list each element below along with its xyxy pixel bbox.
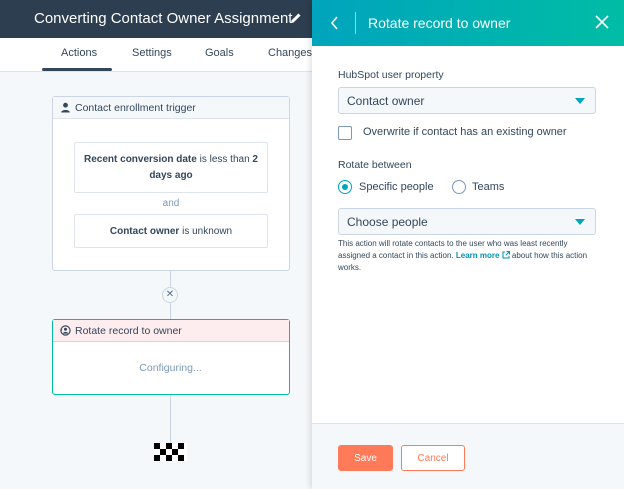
remove-step-button[interactable]: ✕ xyxy=(162,287,178,303)
cancel-button[interactable]: Cancel xyxy=(401,445,465,471)
overwrite-label: Overwrite if contact has an existing own… xyxy=(363,126,567,138)
caret-down-icon xyxy=(575,219,585,225)
active-tab-indicator xyxy=(42,68,112,71)
checkered-flag-icon xyxy=(154,443,187,461)
tab-goals[interactable]: Goals xyxy=(205,47,234,59)
tab-actions[interactable]: Actions xyxy=(61,47,97,59)
condition-operator: is less than xyxy=(196,154,253,165)
user-property-label: HubSpot user property xyxy=(338,69,444,81)
radio-teams-label: Teams xyxy=(472,181,505,193)
radio-specific-people-label: Specific people xyxy=(359,181,434,193)
radio-teams[interactable] xyxy=(452,180,466,194)
condition-property: Recent conversion date xyxy=(84,154,197,165)
connector-line xyxy=(170,395,171,443)
panel-header: Rotate record to owner xyxy=(312,0,624,46)
action-card-title: Rotate record to owner xyxy=(75,325,182,337)
trigger-card-header: Contact enrollment trigger xyxy=(53,97,289,119)
trigger-condition[interactable]: Recent conversion date is less than 2 da… xyxy=(74,142,268,193)
trigger-condition[interactable]: Contact owner is unknown xyxy=(74,214,268,248)
rotate-action-card[interactable]: Rotate record to owner Configuring... xyxy=(52,319,290,395)
chevron-left-icon xyxy=(330,16,338,30)
connector-line xyxy=(170,303,171,319)
workflow-title: Converting Contact Owner Assignment xyxy=(34,10,293,27)
rotate-between-label: Rotate between xyxy=(338,159,412,171)
condition-joiner: and xyxy=(162,198,180,209)
action-config-panel: Rotate record to owner HubSpot user prop… xyxy=(312,0,624,489)
save-button[interactable]: Save xyxy=(338,445,393,471)
workflow-tabs: Actions Settings Goals Changes xyxy=(0,38,312,72)
choose-people-value: Choose people xyxy=(347,215,428,229)
pencil-icon[interactable] xyxy=(290,12,302,24)
user-property-value: Contact owner xyxy=(347,94,425,108)
close-icon: ✕ xyxy=(165,289,175,300)
condition-operator: is unknown xyxy=(179,226,233,237)
rotate-owner-icon xyxy=(60,325,71,336)
action-card-header: Rotate record to owner xyxy=(53,320,289,342)
external-link-icon xyxy=(502,251,510,259)
action-status: Configuring... xyxy=(139,362,202,374)
overwrite-checkbox[interactable] xyxy=(338,126,352,140)
help-text: This action will rotate contacts to the … xyxy=(338,238,600,274)
panel-footer: Save Cancel xyxy=(312,423,624,489)
back-button[interactable] xyxy=(328,14,342,32)
condition-property: Contact owner xyxy=(109,226,180,237)
panel-title: Rotate record to owner xyxy=(368,15,511,31)
tab-changes[interactable]: Changes xyxy=(268,47,312,59)
workflow-header: Converting Contact Owner Assignment xyxy=(0,0,312,38)
connector-line xyxy=(170,271,171,287)
caret-down-icon xyxy=(575,98,585,104)
header-divider xyxy=(355,12,356,34)
enrollment-trigger-card[interactable]: Contact enrollment trigger Recent conver… xyxy=(52,96,290,271)
close-icon[interactable] xyxy=(594,14,610,30)
person-icon xyxy=(61,102,70,113)
trigger-card-title: Contact enrollment trigger xyxy=(75,102,196,114)
radio-specific-people[interactable] xyxy=(338,180,352,194)
learn-more-link[interactable]: Learn more xyxy=(456,251,500,260)
user-property-select[interactable]: Contact owner xyxy=(338,87,596,114)
choose-people-select[interactable]: Choose people xyxy=(338,208,596,235)
tab-settings[interactable]: Settings xyxy=(132,47,172,59)
